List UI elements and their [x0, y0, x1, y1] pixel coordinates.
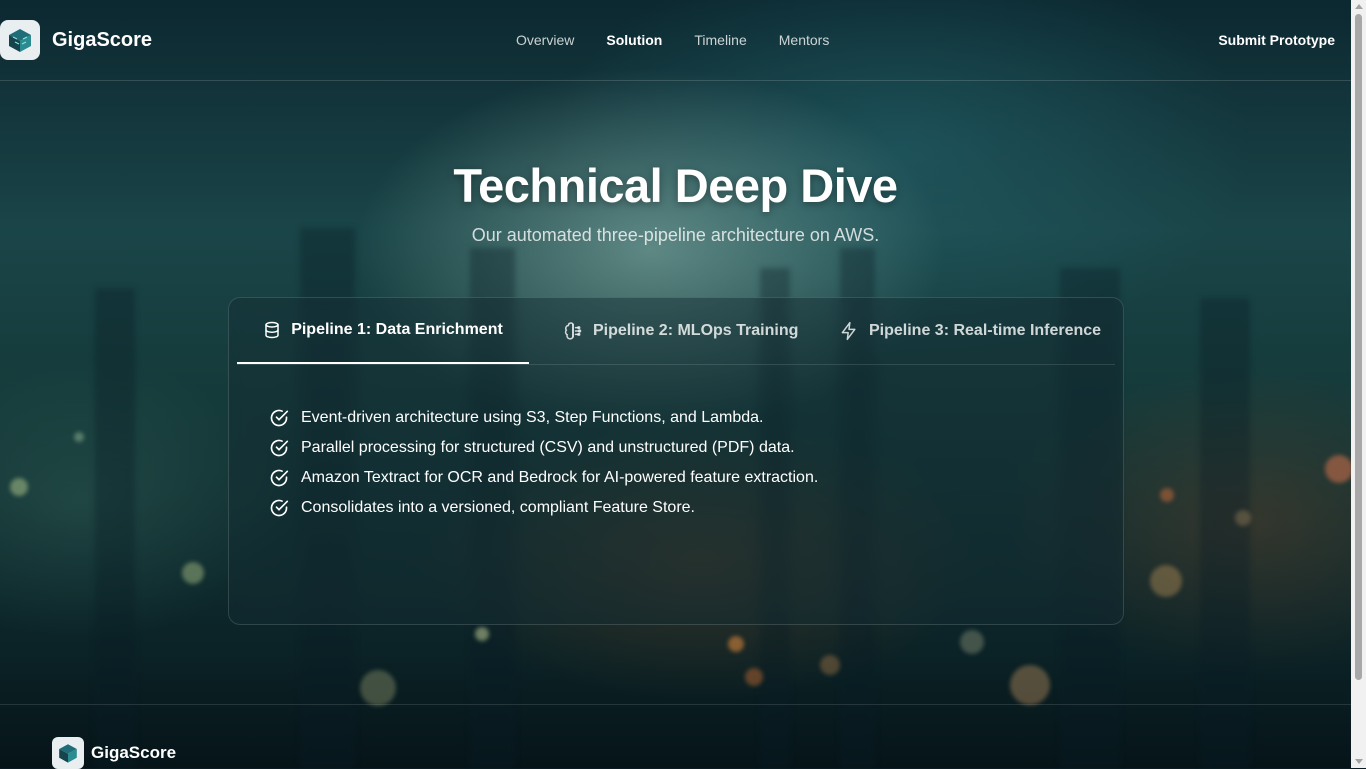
logo-cube-icon — [9, 29, 31, 52]
page-scrollbar[interactable] — [1351, 0, 1366, 768]
check-circle-icon — [270, 469, 289, 487]
feature-text: Consolidates into a versioned, compliant… — [301, 499, 695, 516]
main-nav: Overview Solution Timeline Mentors — [516, 32, 829, 48]
submit-prototype-button[interactable]: Submit Prototype — [1218, 32, 1335, 48]
nav-mentors[interactable]: Mentors — [779, 32, 830, 48]
scroll-down-icon[interactable] — [1355, 759, 1363, 764]
page-title: Technical Deep Dive — [453, 159, 898, 212]
check-circle-icon — [270, 439, 289, 457]
tab-pipeline-2[interactable]: Pipeline 2: MLOps Training — [563, 298, 803, 364]
pipeline-tabs: Pipeline 1: Data Enrichment Pipeline 2: … — [237, 298, 1115, 365]
database-icon — [265, 321, 279, 339]
tab-label: Pipeline 3: Real-time Inference — [869, 322, 1102, 339]
check-circle-icon — [270, 499, 289, 517]
nav-solution[interactable]: Solution — [606, 32, 662, 48]
logo-cube-icon — [59, 744, 77, 763]
tab-pipeline-3[interactable]: Pipeline 3: Real-time Inference — [839, 298, 1115, 364]
nav-overview[interactable]: Overview — [516, 32, 574, 48]
brand-name[interactable]: GigaScore — [52, 29, 152, 52]
nav-timeline[interactable]: Timeline — [694, 32, 746, 48]
list-item: Consolidates into a versioned, compliant… — [269, 488, 818, 528]
footer-brand-name: GigaScore — [91, 743, 177, 762]
zap-icon — [841, 321, 856, 341]
pipeline-card: Pipeline 1: Data Enrichment Pipeline 2: … — [228, 297, 1124, 625]
tab-label: Pipeline 2: MLOps Training — [593, 322, 799, 339]
feature-list: Event-driven architecture using S3, Step… — [269, 398, 818, 528]
logo[interactable] — [0, 20, 40, 60]
footer-divider — [0, 704, 1351, 705]
footer-logo[interactable] — [52, 737, 84, 769]
site-header: GigaScore Overview Solution Timeline Men… — [0, 0, 1351, 81]
page-subtitle: Our automated three-pipeline architectur… — [471, 225, 880, 245]
check-circle-icon — [270, 409, 289, 427]
feature-text: Parallel processing for structured (CSV)… — [301, 439, 795, 456]
feature-text: Amazon Textract for OCR and Bedrock for … — [301, 469, 819, 486]
tab-pipeline-1[interactable]: Pipeline 1: Data Enrichment — [237, 298, 529, 364]
scrollbar-thumb[interactable] — [1355, 14, 1362, 680]
tab-label: Pipeline 1: Data Enrichment — [291, 321, 503, 338]
scroll-up-icon[interactable] — [1355, 4, 1363, 9]
feature-text: Event-driven architecture using S3, Step… — [301, 409, 764, 426]
brain-icon — [564, 322, 582, 340]
